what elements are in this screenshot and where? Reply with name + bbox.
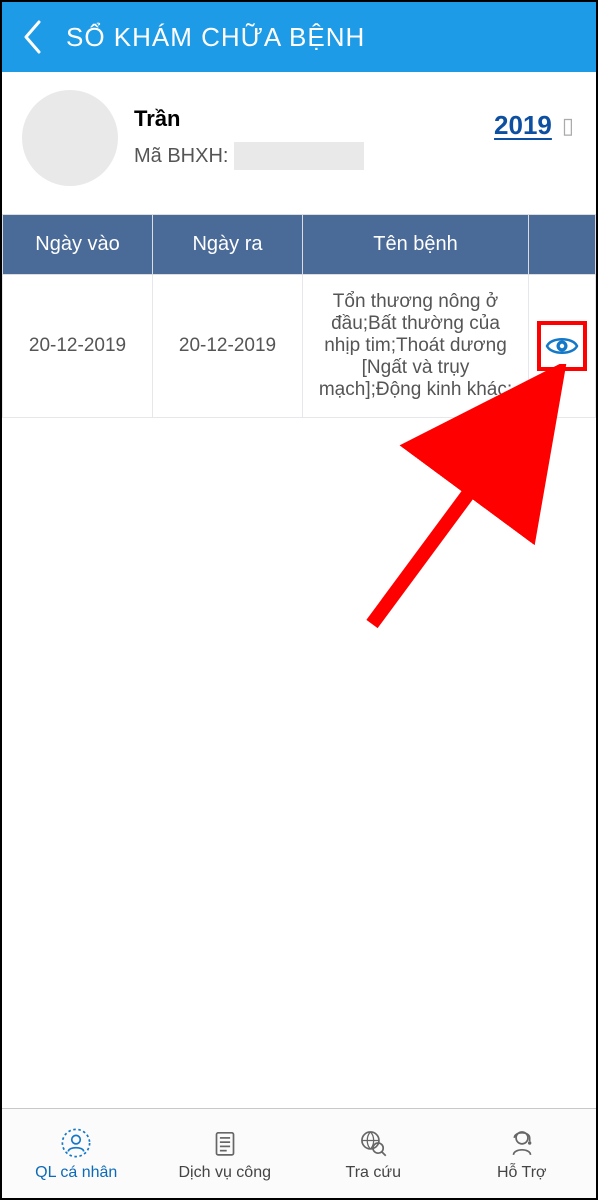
year-selector[interactable]: 2019 ▯	[494, 110, 574, 141]
page-title: SỔ KHÁM CHỮA BỆNH	[66, 22, 365, 53]
redacted-code	[234, 142, 364, 170]
globe-search-icon	[356, 1126, 390, 1160]
profile-section: Trần Mã BHXH: 2019 ▯	[2, 72, 596, 214]
chevron-left-icon	[22, 20, 42, 54]
nav-label: Hỗ Trợ	[497, 1164, 547, 1182]
bhxh-code-label: Mã BHXH:	[134, 145, 228, 168]
user-name-text: Trần	[134, 106, 180, 132]
bhxh-code-row: Mã BHXH:	[134, 142, 364, 170]
cell-date-in: 20-12-2019	[3, 275, 153, 418]
nav-label: Dịch vụ công	[179, 1164, 272, 1182]
nav-support[interactable]: Hỗ Trợ	[448, 1109, 597, 1198]
col-header-out: Ngày ra	[153, 215, 303, 275]
col-header-name: Tên bệnh	[303, 215, 529, 275]
nav-services[interactable]: Dịch vụ công	[151, 1109, 300, 1198]
content-area: Ngày vào Ngày ra Tên bệnh 20-12-2019 20-…	[2, 214, 596, 1108]
dropdown-caret-icon: ▯	[562, 113, 574, 139]
col-header-action	[529, 215, 596, 275]
table-row: 20-12-2019 20-12-2019 Tổn thương nông ở …	[3, 275, 596, 418]
document-icon	[208, 1126, 242, 1160]
eye-icon	[545, 334, 579, 358]
user-gear-icon	[59, 1126, 93, 1160]
avatar	[22, 90, 118, 186]
nav-label: QL cá nhân	[35, 1164, 117, 1182]
year-value: 2019	[494, 110, 552, 141]
user-name: Trần	[134, 106, 364, 132]
nav-label: Tra cứu	[346, 1164, 401, 1182]
bottom-nav: QL cá nhân Dịch vụ công Tra cứu	[2, 1108, 596, 1198]
app-header: SỔ KHÁM CHỮA BỆNH	[2, 2, 596, 72]
col-header-in: Ngày vào	[3, 215, 153, 275]
nav-personal[interactable]: QL cá nhân	[2, 1109, 151, 1198]
cell-date-out: 20-12-2019	[153, 275, 303, 418]
redacted-name	[186, 108, 306, 130]
nav-lookup[interactable]: Tra cứu	[299, 1109, 448, 1198]
highlight-box	[537, 321, 587, 371]
back-button[interactable]	[16, 21, 48, 53]
view-button[interactable]	[545, 334, 579, 358]
cell-disease: Tổn thương nông ở đầu;Bất thường của nhị…	[303, 275, 529, 418]
records-table: Ngày vào Ngày ra Tên bệnh 20-12-2019 20-…	[2, 214, 596, 418]
headset-icon	[505, 1126, 539, 1160]
